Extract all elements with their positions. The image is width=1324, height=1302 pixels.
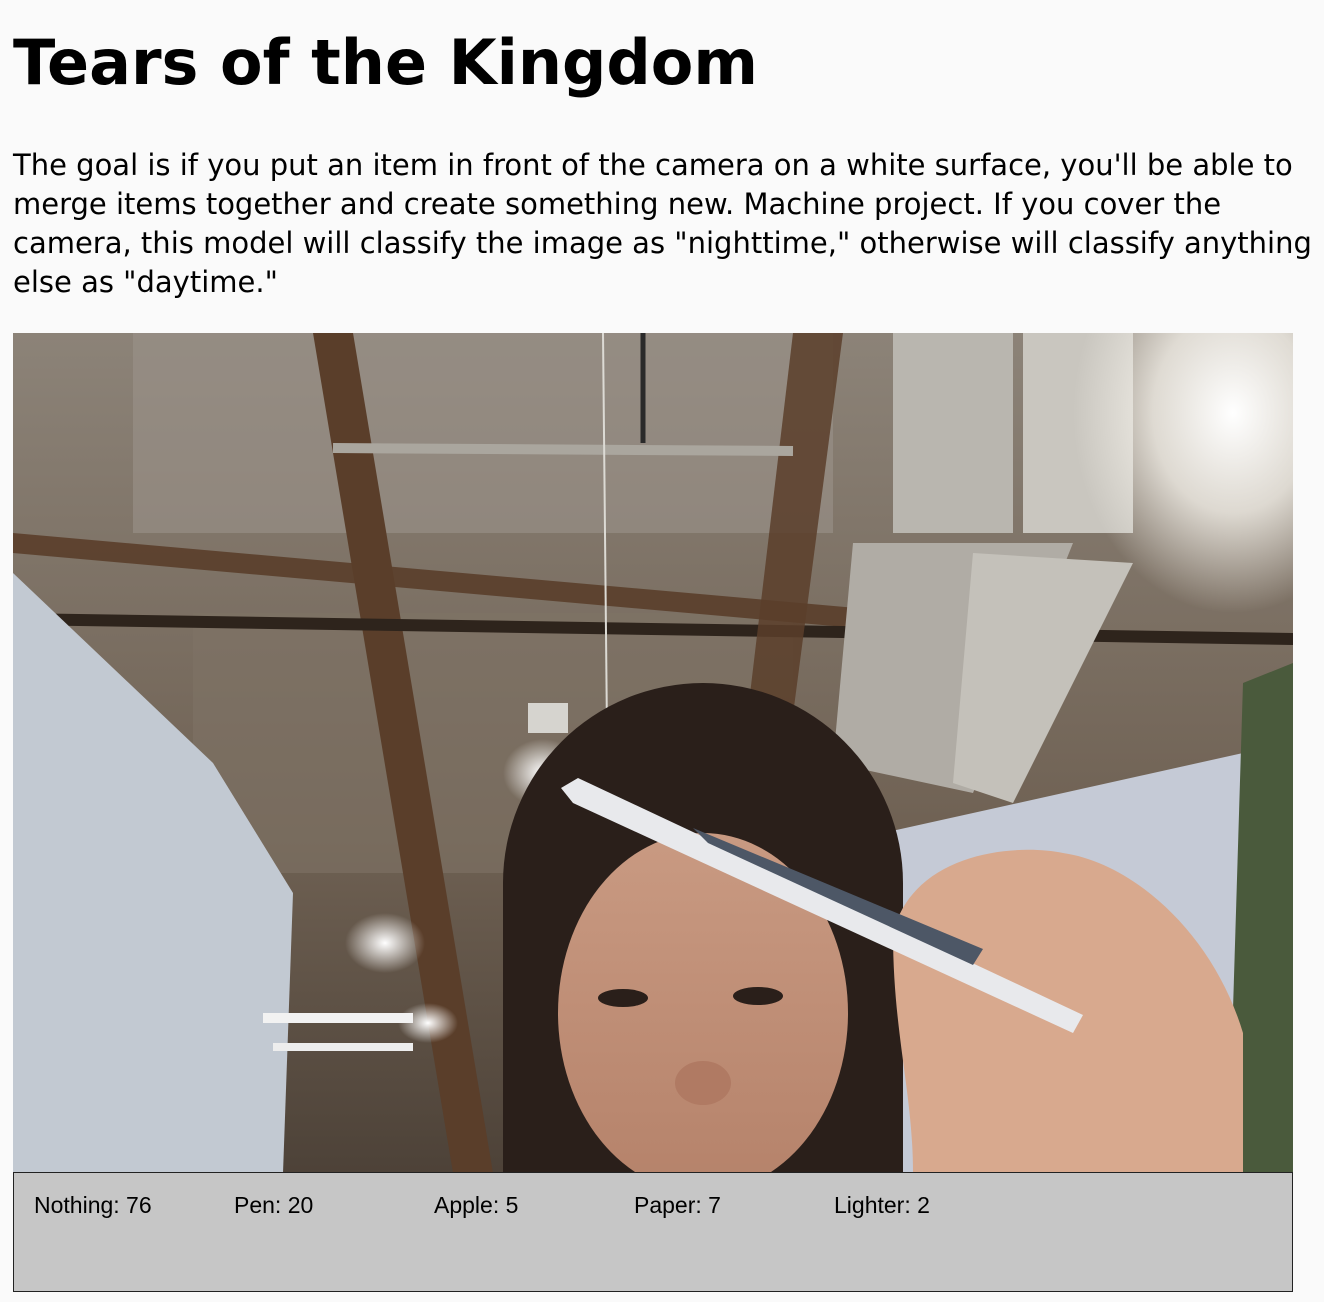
webcam-video-feed (13, 333, 1293, 1173)
prediction-paper: Paper: 7 (634, 1192, 721, 1218)
prediction-nothing: Nothing: 76 (34, 1192, 152, 1218)
page-description: The goal is if you put an item in front … (13, 148, 1312, 299)
page-title: Tears of the Kingdom (13, 26, 758, 99)
webcam-image (13, 333, 1293, 1173)
prediction-apple: Apple: 5 (434, 1192, 519, 1218)
prediction-lighter: Lighter: 2 (834, 1192, 930, 1218)
prediction-panel: Nothing: 76 Pen: 20 Apple: 5 Paper: 7 Li… (13, 1172, 1293, 1292)
prediction-pen: Pen: 20 (234, 1192, 314, 1218)
